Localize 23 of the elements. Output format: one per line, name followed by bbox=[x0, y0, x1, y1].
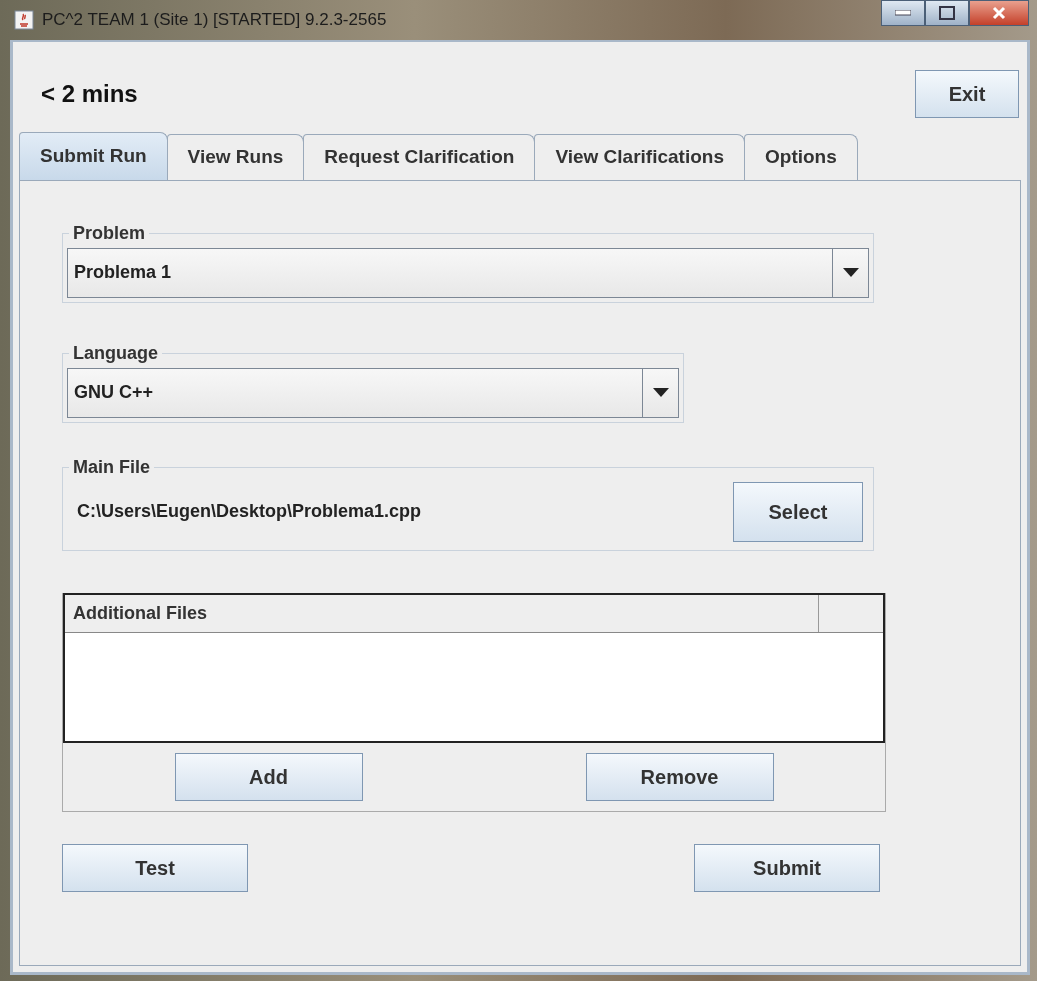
close-button[interactable] bbox=[969, 0, 1029, 26]
time-remaining: < 2 mins bbox=[41, 79, 138, 109]
language-dropdown[interactable]: GNU C++ bbox=[67, 367, 679, 418]
remove-button[interactable]: Remove bbox=[585, 752, 774, 801]
tab[interactable]: Submit Run bbox=[19, 132, 168, 180]
test-button[interactable]: Test bbox=[62, 843, 248, 892]
tab[interactable]: Options bbox=[744, 134, 858, 180]
file-path: C:\Users\Eugen\Desktop\Problema1.cpp bbox=[77, 500, 422, 523]
minimize-button[interactable] bbox=[881, 0, 925, 26]
close-icon bbox=[992, 6, 1006, 20]
dropdown-arrow-icon bbox=[842, 268, 859, 277]
exit-button[interactable]: Exit bbox=[915, 70, 1019, 118]
add-button[interactable]: Add bbox=[174, 752, 363, 801]
column-header: Additional Files bbox=[65, 594, 819, 632]
maximize-button[interactable] bbox=[925, 0, 969, 26]
submit-button[interactable]: Submit bbox=[694, 843, 880, 892]
problem-dropdown[interactable]: Problema 1 bbox=[67, 247, 869, 298]
app-icon bbox=[14, 10, 34, 30]
dropdown-arrow-icon bbox=[652, 388, 669, 397]
maximize-icon bbox=[939, 6, 955, 20]
select-button[interactable]: Select bbox=[733, 481, 863, 542]
minimize-icon bbox=[895, 10, 911, 16]
window-title: PC^2 TEAM 1 (Site 1) [STARTED] 9.2.3-2565 bbox=[42, 9, 387, 32]
